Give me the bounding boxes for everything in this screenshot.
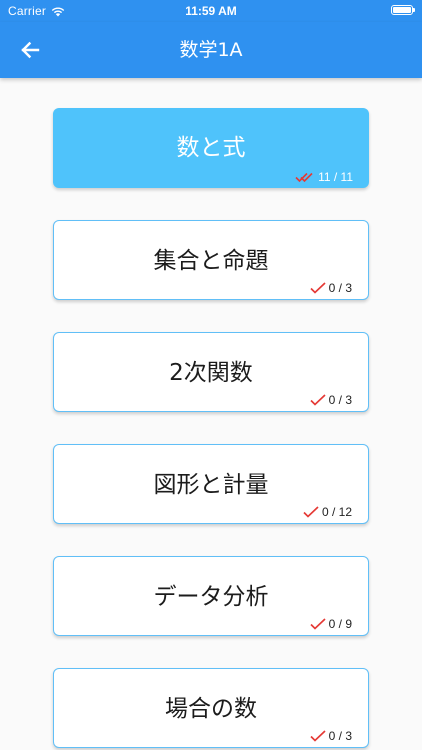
double-check-icon: [295, 172, 313, 183]
check-icon: [303, 506, 319, 518]
battery-icon: [391, 5, 415, 15]
app-bar: 数学1A: [0, 22, 422, 78]
topic-card-data-analysis[interactable]: データ分析 0 / 9: [53, 556, 369, 636]
topic-progress: 0 / 3: [310, 729, 352, 743]
progress-count: 0 / 12: [321, 505, 352, 519]
progress-count: 0 / 3: [328, 393, 352, 407]
status-bar: Carrier 11:59 AM: [0, 0, 422, 22]
progress-count: 11 / 11: [318, 170, 353, 184]
progress-count: 0 / 3: [328, 729, 352, 743]
check-icon: [310, 394, 326, 406]
progress-count: 0 / 9: [328, 617, 352, 631]
topic-progress: 0 / 3: [310, 281, 352, 295]
check-icon: [310, 618, 326, 630]
topic-card-numbers-and-expressions[interactable]: 数と式 11 / 11: [53, 108, 369, 188]
topic-progress: 0 / 3: [310, 393, 352, 407]
topic-progress: 0 / 12: [303, 505, 352, 519]
topic-card-quadratic-functions[interactable]: 2次関数 0 / 3: [53, 332, 369, 412]
topic-card-combinatorics[interactable]: 場合の数 0 / 3: [53, 668, 369, 748]
topic-card-sets-and-propositions[interactable]: 集合と命題 0 / 3: [53, 220, 369, 300]
page-title: 数学1A: [179, 39, 243, 61]
check-icon: [310, 282, 326, 294]
check-icon: [310, 730, 326, 742]
topic-card-figures-and-measurement[interactable]: 図形と計量 0 / 12: [53, 444, 369, 524]
topic-progress: 0 / 9: [310, 617, 352, 631]
topic-progress: 11 / 11: [295, 170, 353, 184]
battery-level: [393, 7, 411, 13]
progress-count: 0 / 3: [328, 281, 352, 295]
status-time: 11:59 AM: [185, 4, 237, 18]
